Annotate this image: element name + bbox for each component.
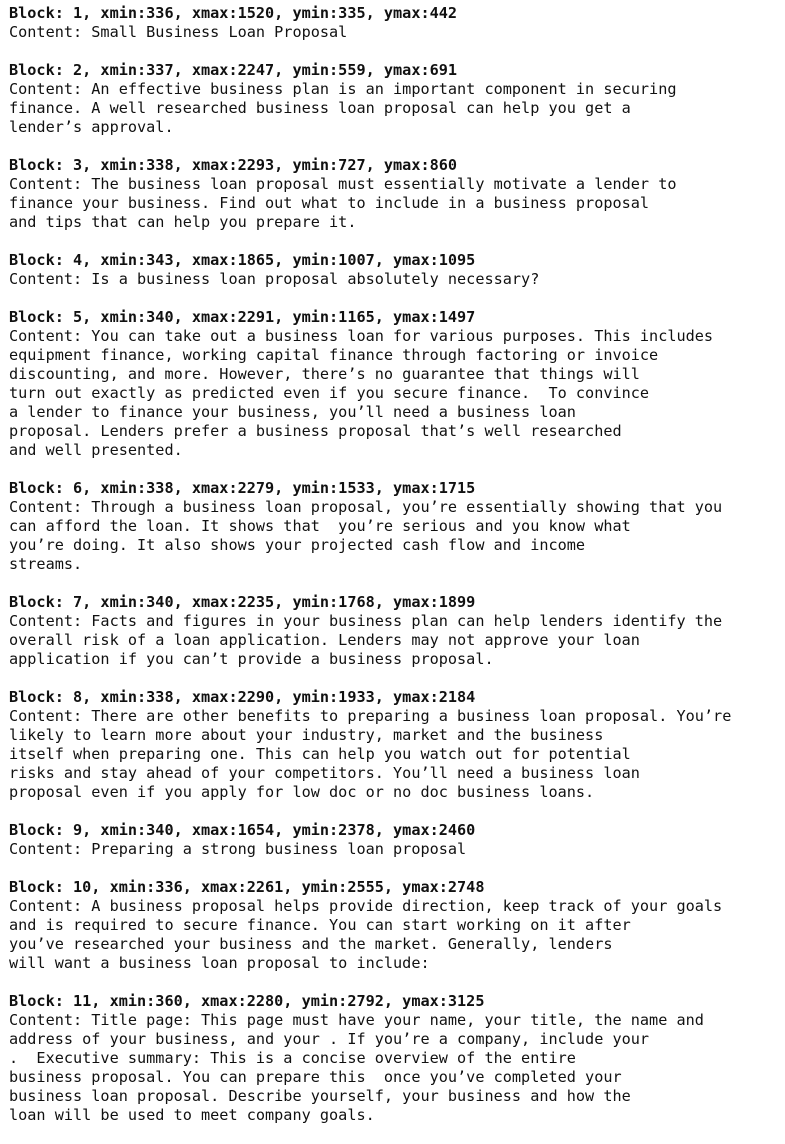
block-header: Block: 3, xmin:338, xmax:2293, ymin:727,… — [9, 156, 458, 174]
text-block: Block: 7, xmin:340, xmax:2235, ymin:1768… — [9, 593, 779, 669]
ocr-block-listing: Block: 1, xmin:336, xmax:1520, ymin:335,… — [9, 4, 779, 1144]
block-content: Content: You can take out a business loa… — [9, 327, 714, 459]
text-block: Block: 8, xmin:338, xmax:2290, ymin:1933… — [9, 688, 779, 802]
text-block: Block: 2, xmin:337, xmax:2247, ymin:559,… — [9, 61, 779, 137]
block-content: Content: There are other benefits to pre… — [9, 707, 732, 801]
block-header: Block: 2, xmin:337, xmax:2247, ymin:559,… — [9, 61, 458, 79]
text-block: Block: 1, xmin:336, xmax:1520, ymin:335,… — [9, 4, 779, 42]
block-header: Block: 4, xmin:343, xmax:1865, ymin:1007… — [9, 251, 476, 269]
block-content: Content: An effective business plan is a… — [9, 80, 677, 136]
block-header: Block: 9, xmin:340, xmax:1654, ymin:2378… — [9, 821, 476, 839]
text-block: Block: 5, xmin:340, xmax:2291, ymin:1165… — [9, 308, 779, 460]
text-block: Block: 11, xmin:360, xmax:2280, ymin:279… — [9, 992, 779, 1125]
block-content: Content: Title page: This page must have… — [9, 1011, 704, 1124]
block-header: Block: 8, xmin:338, xmax:2290, ymin:1933… — [9, 688, 476, 706]
block-content: Content: A business proposal helps provi… — [9, 897, 723, 972]
text-block: Block: 4, xmin:343, xmax:1865, ymin:1007… — [9, 251, 779, 289]
block-content: Content: The business loan proposal must… — [9, 175, 677, 231]
block-header: Block: 1, xmin:336, xmax:1520, ymin:335,… — [9, 4, 458, 22]
block-header: Block: 5, xmin:340, xmax:2291, ymin:1165… — [9, 308, 476, 326]
text-block: Block: 3, xmin:338, xmax:2293, ymin:727,… — [9, 156, 779, 232]
text-block: Block: 9, xmin:340, xmax:1654, ymin:2378… — [9, 821, 779, 859]
block-header: Block: 7, xmin:340, xmax:2235, ymin:1768… — [9, 593, 476, 611]
text-block: Block: 10, xmin:336, xmax:2261, ymin:255… — [9, 878, 779, 973]
block-header: Block: 6, xmin:338, xmax:2279, ymin:1533… — [9, 479, 476, 497]
block-header: Block: 11, xmin:360, xmax:2280, ymin:279… — [9, 992, 485, 1010]
block-header: Block: 10, xmin:336, xmax:2261, ymin:255… — [9, 878, 485, 896]
text-block: Block: 6, xmin:338, xmax:2279, ymin:1533… — [9, 479, 779, 574]
block-content: Content: Preparing a strong business loa… — [9, 840, 467, 858]
block-content: Content: Is a business loan proposal abs… — [9, 270, 540, 288]
block-content: Content: Facts and figures in your busin… — [9, 612, 723, 668]
block-content: Content: Through a business loan proposa… — [9, 498, 723, 573]
block-content: Content: Small Business Loan Proposal — [9, 23, 348, 41]
